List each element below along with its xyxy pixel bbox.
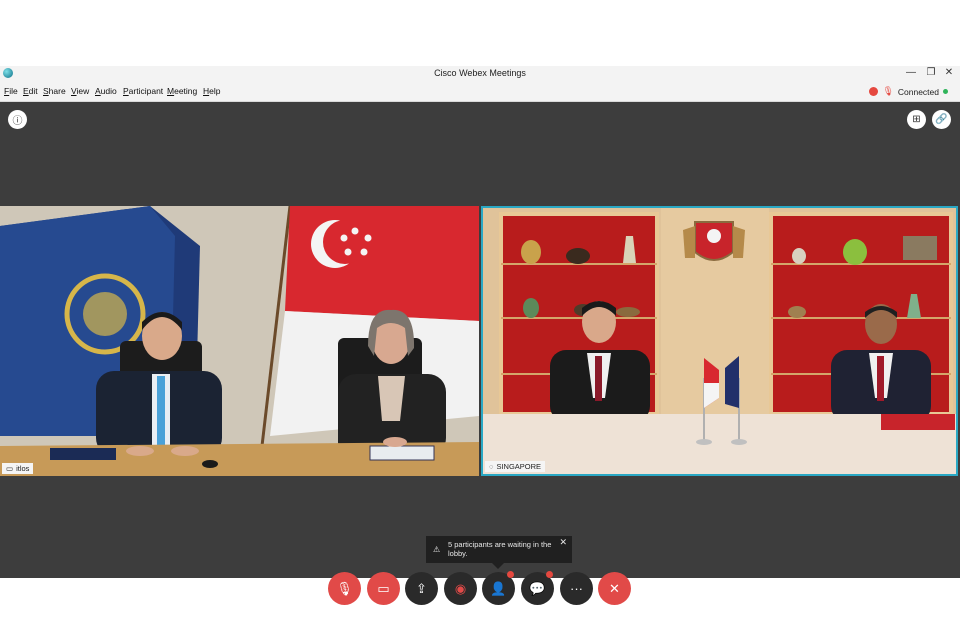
connected-dot-icon	[943, 89, 948, 94]
copy-link-button[interactable]: 🔗	[932, 110, 951, 129]
participants-alert-badge	[507, 571, 514, 578]
record-button[interactable]: ◉	[444, 572, 477, 605]
muted-mic-icon: 🎙	[882, 86, 894, 96]
share-button[interactable]: ⇪	[405, 572, 438, 605]
connection-status: 🎙 Connected	[869, 86, 948, 97]
recording-indicator-icon	[869, 87, 879, 96]
mute-button[interactable]: 🎙	[328, 572, 361, 605]
more-options-button[interactable]: ···	[560, 572, 593, 605]
meeting-stage: ⓘ ⊞ 🔗 ▭ itlos ◌ SINGAPORE ⚠ 5 participan…	[0, 102, 960, 605]
itlos-video-feed	[0, 206, 479, 476]
microphone-off-icon: 🎙	[336, 580, 353, 596]
singapore-video-feed	[483, 208, 956, 474]
menu-meeting[interactable]: Meeting	[167, 86, 197, 96]
menu-file[interactable]: File	[4, 86, 18, 96]
video-tile-itlos[interactable]: ▭ itlos	[0, 206, 479, 476]
leave-meeting-button[interactable]: ✕	[598, 572, 631, 605]
meeting-info-button[interactable]: ⓘ	[8, 110, 27, 129]
lobby-notification: ⚠ 5 participants are waiting in the lobb…	[426, 536, 572, 563]
menu-help[interactable]: Help	[203, 86, 220, 96]
audio-icon: ◌	[489, 462, 494, 471]
screen-icon: ▭	[6, 464, 14, 473]
video-off-icon: ▭	[377, 580, 390, 596]
participants-icon: 👤	[490, 580, 507, 596]
menu-bar: File Edit Share View Audio Participant M…	[0, 82, 960, 102]
menu-participant[interactable]: Participant	[123, 86, 163, 96]
lobby-notification-text: 5 participants are waiting in the lobby.	[448, 540, 552, 558]
lobby-icon: ⚠	[433, 545, 441, 554]
video-tile-singapore[interactable]: ◌ SINGAPORE	[481, 206, 958, 476]
participant-name: SINGAPORE	[496, 462, 542, 471]
chat-alert-badge	[546, 571, 553, 578]
chat-icon: 💬	[529, 580, 546, 596]
restore-button[interactable]: ❐	[924, 67, 938, 78]
stop-video-button[interactable]: ▭	[367, 572, 400, 605]
share-icon: ⇪	[416, 580, 427, 596]
menu-audio[interactable]: Audio	[95, 86, 117, 96]
menu-edit[interactable]: Edit	[23, 86, 38, 96]
close-notification-button[interactable]: ✕	[559, 538, 567, 547]
window-title: Cisco Webex Meetings	[434, 68, 526, 78]
participants-button[interactable]: 👤	[482, 571, 515, 605]
tile-label-singapore: ◌ SINGAPORE	[485, 461, 546, 472]
leave-icon: ✕	[609, 580, 620, 596]
chat-button[interactable]: 💬	[521, 571, 554, 605]
close-window-button[interactable]: ✕	[942, 67, 956, 78]
connection-label: Connected	[897, 86, 939, 97]
record-icon: ◉	[454, 580, 467, 596]
tile-label-itlos: ▭ itlos	[2, 463, 34, 474]
menu-share[interactable]: Share	[43, 86, 66, 96]
menu-view[interactable]: View	[71, 86, 89, 96]
title-bar: Cisco Webex Meetings — ❐ ✕	[0, 66, 960, 82]
webex-window: Cisco Webex Meetings — ❐ ✕ File Edit Sha…	[0, 66, 960, 605]
more-icon: ···	[570, 581, 583, 596]
layout-button[interactable]: ⊞	[907, 110, 926, 129]
participant-name: itlos	[16, 464, 30, 473]
notification-pointer	[492, 563, 504, 569]
minimize-button[interactable]: —	[904, 67, 918, 78]
